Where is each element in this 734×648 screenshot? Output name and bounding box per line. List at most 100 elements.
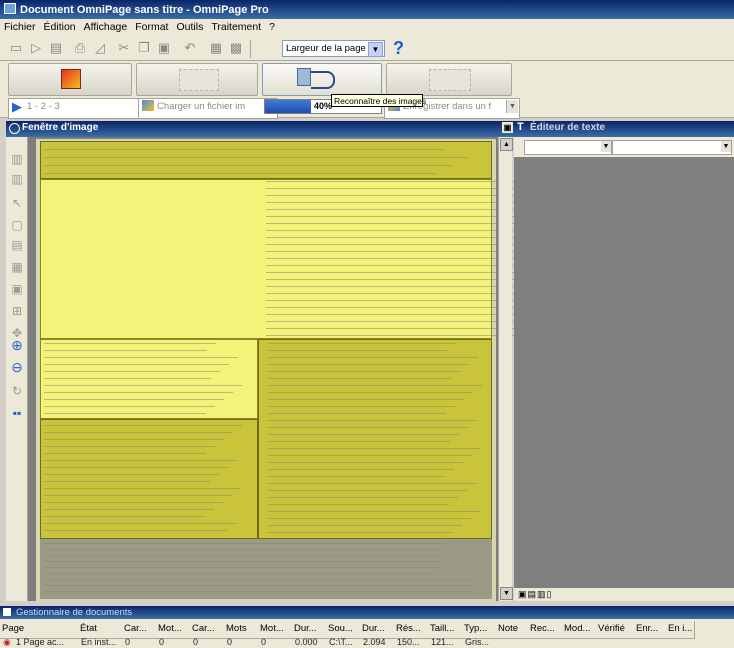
text-editor-area[interactable] (514, 137, 734, 601)
scroll-up-icon[interactable]: ▲ (500, 138, 513, 151)
column-header[interactable]: En i... (666, 621, 695, 639)
text-line (44, 385, 242, 386)
image-window-title: Fenêtre d'image (22, 122, 99, 133)
load-source-select[interactable]: Charger un fichier im ▼ (138, 98, 278, 119)
menu-fichier[interactable]: Fichier (0, 19, 40, 33)
column-header[interactable]: Mod... (562, 621, 599, 639)
rotate-icon[interactable]: ↻ (9, 383, 25, 399)
view-mode-icons[interactable]: ▣▤▥▯ (518, 589, 552, 600)
single-page-icon[interactable]: ▥ (9, 151, 25, 167)
text-line (44, 432, 233, 433)
automatic-process-button[interactable] (8, 63, 132, 96)
tooltip: Reconnaître des images (331, 94, 426, 107)
page-status-icon: ◉ (3, 637, 11, 647)
text-line (44, 549, 444, 550)
menu-edition[interactable]: Édition (40, 19, 80, 33)
print-icon[interactable]: ⎙ (72, 40, 88, 56)
copy-icon[interactable]: ❐ (136, 40, 152, 56)
zone-table-top[interactable] (40, 179, 492, 339)
zoom-out-icon[interactable]: ⊖ (9, 359, 25, 375)
text-line (268, 343, 456, 344)
menu-affichage[interactable]: Affichage (80, 19, 132, 33)
zoom-select-value: Largeur de la page (286, 43, 366, 54)
zone-unrecognized (40, 539, 492, 599)
column-header[interactable]: Note (496, 621, 531, 639)
folder-icon (142, 100, 154, 111)
text-line (268, 364, 469, 365)
merge-zone-icon[interactable]: ⊞ (9, 303, 25, 319)
table-cell: 150... (397, 637, 420, 647)
menu-traitement[interactable]: Traitement (207, 19, 265, 33)
text-line (44, 555, 442, 556)
zoom-in-icon[interactable]: ⊕ (9, 337, 25, 353)
new-document-icon[interactable]: ▭ (8, 40, 24, 56)
load-image-button[interactable] (136, 63, 258, 96)
graphic-zone-icon[interactable]: ▣ (9, 281, 25, 297)
text-line (268, 497, 458, 498)
text-line (44, 406, 215, 407)
thumbnails-icon[interactable]: ▪▪ (9, 405, 25, 421)
undo-icon[interactable]: ↶ (182, 40, 198, 56)
help-icon[interactable]: ? (393, 38, 409, 58)
table-cell: 1 Page ac... (16, 637, 65, 647)
text-line (44, 481, 210, 482)
table-zone-icon[interactable]: ▦ (9, 259, 25, 275)
load-source-value: Charger un fichier im (157, 101, 246, 112)
text-line (44, 585, 472, 586)
table-cell: 0 (193, 637, 199, 647)
menu-help[interactable]: ? (265, 19, 279, 33)
text-line (44, 357, 238, 358)
menu-outils[interactable]: Outils (172, 19, 207, 33)
paste-icon[interactable]: ▣ (156, 40, 172, 56)
window-title: Document OmniPage sans titre - OmniPage … (20, 4, 269, 16)
text-line (268, 462, 463, 463)
text-line (44, 364, 229, 365)
text-line (44, 543, 446, 544)
open-icon[interactable]: ▷ (28, 40, 44, 56)
export-icon (429, 69, 471, 91)
text-line (44, 453, 206, 454)
text-line (44, 392, 233, 393)
text-line (44, 439, 224, 440)
cut-icon[interactable]: ✂ (116, 40, 132, 56)
zoom-select[interactable]: Largeur de la page ▼ (282, 40, 385, 57)
text-line (268, 532, 453, 533)
table-cell: 0 (261, 637, 267, 647)
menu-format[interactable]: Format (131, 19, 172, 33)
text-line (44, 561, 440, 562)
maximize-icon[interactable]: ▣ (502, 122, 513, 133)
scroll-down-icon[interactable]: ▼ (500, 587, 513, 600)
multi-page-icon[interactable]: ▥ (9, 171, 25, 187)
font-select[interactable]: ▼ (524, 140, 612, 155)
scan-icon[interactable]: ◿ (92, 40, 108, 56)
text-line (268, 469, 454, 470)
text-line (268, 378, 451, 379)
size-select[interactable]: ▼ (612, 140, 732, 155)
zone-table-right[interactable] (258, 339, 492, 539)
table-icon[interactable]: ▩ (228, 40, 244, 56)
zone-table-left[interactable] (40, 339, 258, 419)
text-line (44, 467, 228, 468)
text-line (44, 567, 438, 568)
export-button[interactable] (386, 63, 512, 96)
page-selector[interactable]: ▶ 1 - 2 - 3 ▼ (8, 98, 152, 119)
zone-icon[interactable]: ▦ (208, 40, 224, 56)
save-icon[interactable]: ▤ (48, 40, 64, 56)
column-header[interactable]: Enr... (634, 621, 669, 639)
text-zone-icon[interactable]: ▤ (9, 237, 25, 253)
document-manager-icon (3, 608, 11, 616)
text-line (44, 516, 205, 517)
text-line (44, 173, 436, 174)
table-cell: 2.094 (363, 637, 386, 647)
pointer-icon[interactable]: ↖ (9, 195, 25, 211)
image-scrollbar[interactable]: ▲ ▼ (498, 137, 513, 601)
text-line (268, 385, 482, 386)
text-line (44, 378, 211, 379)
recognize-button[interactable] (262, 63, 382, 96)
column-header[interactable]: Rec... (528, 621, 565, 639)
column-header[interactable]: Vérifié (596, 621, 637, 639)
draw-zone-icon[interactable]: ▢ (9, 217, 25, 233)
text-line (44, 399, 224, 400)
zone-table-bottom-left[interactable] (40, 419, 258, 539)
scanner-icon (179, 69, 219, 91)
